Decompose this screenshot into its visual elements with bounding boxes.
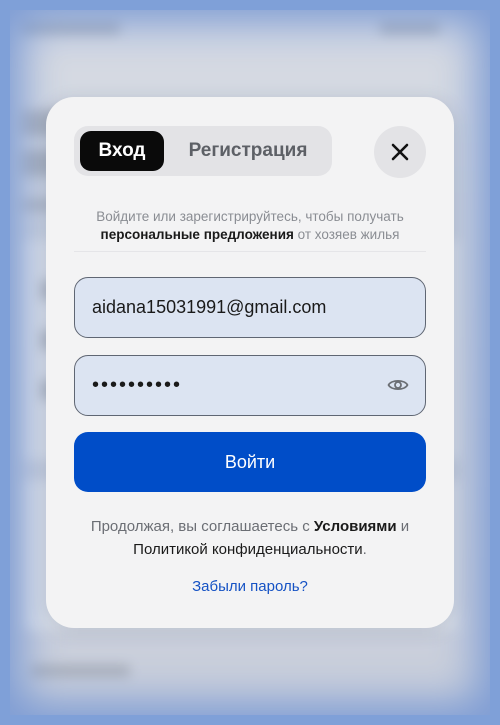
password-field[interactable]: •••••••••• <box>74 355 426 416</box>
subtitle-bold: персональные предложения <box>100 227 294 242</box>
terms-and: и <box>396 518 410 535</box>
divider <box>74 251 426 252</box>
terms-text: Продолжая, вы соглашаетесь с Условиями и… <box>74 515 426 561</box>
subtitle-text-2: от хозяев жилья <box>293 227 400 242</box>
tab-register[interactable]: Регистрация <box>170 131 326 171</box>
email-value[interactable]: aidana15031991@gmail.com <box>92 278 326 337</box>
email-field[interactable]: aidana15031991@gmail.com <box>74 277 426 338</box>
forgot-password-link[interactable]: Забыли пароль? <box>74 578 426 595</box>
terms-suffix: . <box>362 541 367 558</box>
terms-prefix: Продолжая, вы соглашаетесь с <box>90 518 314 535</box>
close-icon <box>391 143 409 161</box>
password-value[interactable]: •••••••••• <box>92 356 182 415</box>
auth-modal: Вход Регистрация Войдите или зарегистрир… <box>46 97 454 628</box>
auth-subtitle: Войдите или зарегистрируйтесь, чтобы пол… <box>74 208 426 244</box>
subtitle-text-1: Войдите или зарегистрируйтесь, чтобы пол… <box>96 209 404 224</box>
auth-tabs: Вход Регистрация <box>74 126 332 176</box>
close-button[interactable] <box>374 126 426 178</box>
tab-login[interactable]: Вход <box>80 131 164 171</box>
login-submit-button[interactable]: Войти <box>74 432 426 492</box>
eye-icon[interactable] <box>387 376 409 394</box>
terms-conditions-link[interactable]: Условиями <box>314 518 397 535</box>
terms-privacy-link[interactable]: Политикой конфиденциальности <box>133 541 363 558</box>
